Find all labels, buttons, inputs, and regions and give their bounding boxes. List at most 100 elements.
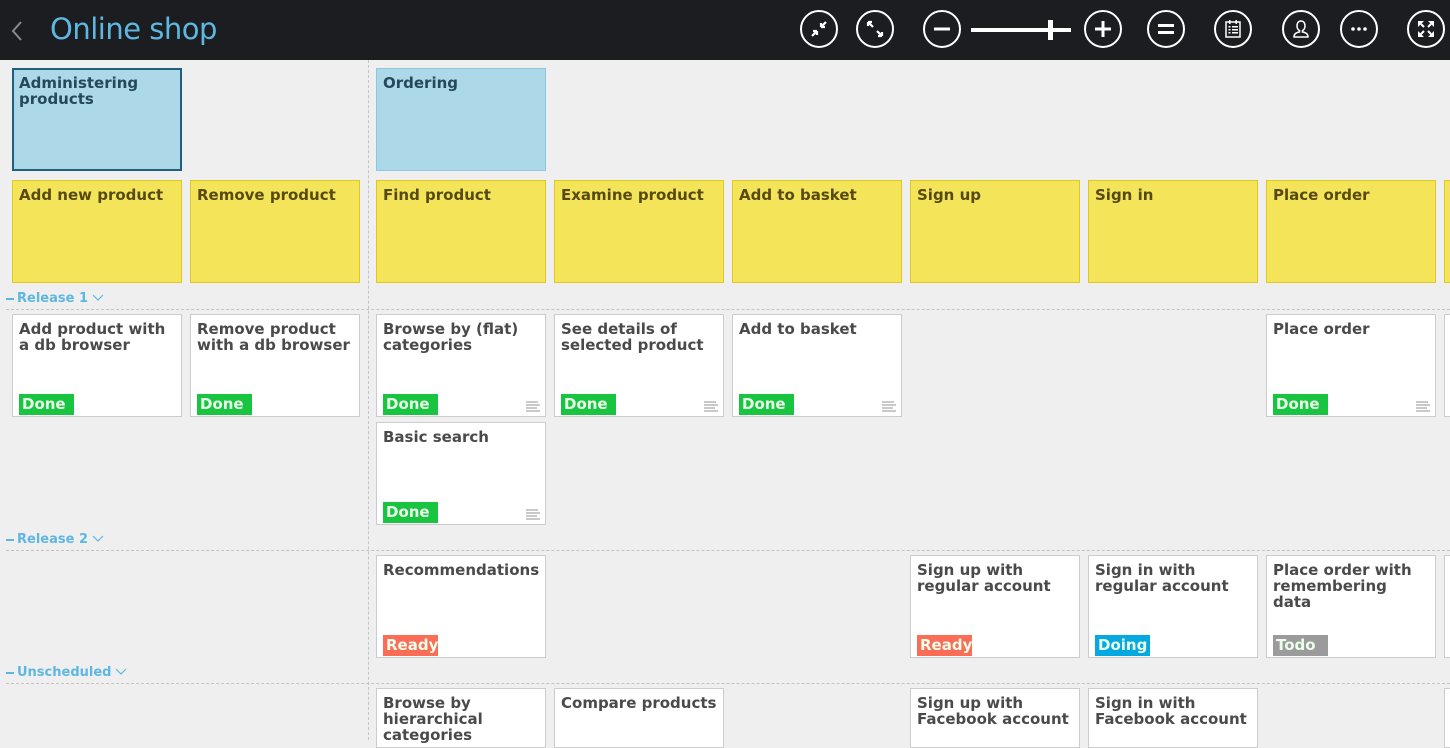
notepad-icon	[1225, 20, 1241, 38]
activity-card[interactable]: Ordering	[376, 68, 546, 171]
zoom-slider-track[interactable]	[971, 28, 1071, 32]
fullscreen-icon	[1418, 21, 1434, 37]
release-label: Release 2	[17, 532, 88, 547]
card-title: Place order with remembering data	[1273, 561, 1412, 611]
task-card[interactable]: Find product	[376, 180, 546, 283]
task-card[interactable]: Remove product	[190, 180, 360, 283]
collapse-dash-icon	[6, 671, 14, 674]
notes-button[interactable]	[1214, 10, 1252, 48]
chevron-down-icon	[115, 665, 127, 680]
notes-icon	[704, 401, 718, 412]
card-title: Add new product	[19, 186, 164, 204]
task-card[interactable]: Sign up	[910, 180, 1080, 283]
more-button[interactable]	[1340, 10, 1378, 48]
task-card[interactable]	[1444, 180, 1450, 283]
card-title: Examine product	[561, 186, 704, 204]
release-toggle-unscheduled[interactable]: Unscheduled	[6, 665, 127, 680]
story-card[interactable]: Add product with a db browser Done	[12, 314, 182, 417]
card-title: Sign in with Facebook account	[1095, 694, 1247, 728]
status-badge-ready: Ready	[383, 635, 438, 656]
story-card[interactable]: Sign in with Facebook account	[1088, 688, 1258, 748]
collapse-dash-icon	[6, 297, 14, 300]
top-bar: Online shop	[0, 0, 1450, 60]
story-card[interactable]: Recommendations Ready	[376, 555, 546, 658]
card-title: Remove product	[197, 186, 336, 204]
story-card[interactable]	[1444, 688, 1450, 748]
card-title: Sign in	[1095, 186, 1154, 204]
release-label: Release 1	[17, 291, 88, 306]
story-card[interactable]: Sign in with regular account Doing	[1088, 555, 1258, 658]
zoom-out-button[interactable]	[923, 10, 961, 48]
card-title: Compare products	[561, 694, 717, 712]
story-card[interactable]: Place order with remembering data Todo	[1266, 555, 1436, 658]
status-badge-done: Done	[383, 502, 438, 523]
card-title: Sign in with regular account	[1095, 561, 1229, 595]
release-divider	[6, 309, 1450, 310]
collapse-button[interactable]	[800, 10, 838, 48]
chevron-left-icon	[11, 21, 22, 41]
task-card[interactable]: Add new product	[12, 180, 182, 283]
collapse-dash-icon	[6, 538, 14, 541]
card-title: Ordering	[383, 74, 459, 92]
story-card[interactable]: Compare products	[554, 688, 724, 748]
fullscreen-button[interactable]	[1407, 10, 1445, 48]
release-toggle-release-2[interactable]: Release 2	[6, 532, 104, 547]
expand-button[interactable]	[856, 10, 894, 48]
board-title: Online shop	[50, 12, 217, 46]
status-badge-doing: Doing	[1095, 635, 1150, 656]
story-card[interactable]: Sign up with regular account Ready	[910, 555, 1080, 658]
task-card[interactable]: Add to basket	[732, 180, 902, 283]
story-card[interactable]	[1444, 555, 1450, 658]
status-badge-done: Done	[1273, 394, 1328, 415]
status-badge-done: Done	[383, 394, 438, 415]
notes-icon	[882, 401, 896, 412]
story-card[interactable]: Browse by (flat) categories Done	[376, 314, 546, 417]
card-title: Place order	[1273, 320, 1370, 338]
card-title: Add product with a db browser	[19, 320, 166, 354]
plus-icon	[1095, 21, 1111, 37]
task-card[interactable]: Place order	[1266, 180, 1436, 283]
story-card[interactable]: Browse by hierarchical categories	[376, 688, 546, 748]
back-button[interactable]	[6, 16, 28, 46]
card-title: Add to basket	[739, 320, 857, 338]
story-card[interactable]: See details of selected product Done	[554, 314, 724, 417]
zoom-slider-thumb[interactable]	[1048, 20, 1053, 40]
release-divider	[6, 550, 1450, 551]
story-card[interactable]: Add to basket Done	[732, 314, 902, 417]
activity-card[interactable]: Administering products	[12, 68, 182, 171]
notes-icon	[1416, 401, 1430, 412]
card-title: Sign up	[917, 186, 981, 204]
status-badge-done: Done	[561, 394, 616, 415]
chevron-down-icon	[92, 532, 104, 547]
card-title: Place order	[1273, 186, 1370, 204]
story-card[interactable]: Remove product with a db browser Done	[190, 314, 360, 417]
equals-icon	[1158, 24, 1174, 34]
release-label: Unscheduled	[17, 665, 112, 680]
story-card[interactable]: Place order Done	[1266, 314, 1436, 417]
story-card[interactable]	[1444, 314, 1450, 417]
status-badge-done: Done	[19, 394, 74, 415]
notes-icon	[526, 401, 540, 412]
status-badge-todo: Todo	[1273, 635, 1328, 656]
more-dots-icon	[1351, 27, 1367, 31]
story-map-board: Administering products Ordering Add new pr…	[0, 60, 1450, 748]
task-card[interactable]: Sign in	[1088, 180, 1258, 283]
card-title: Browse by hierarchical categories	[383, 694, 483, 744]
equal-button[interactable]	[1147, 10, 1185, 48]
card-title: See details of selected product	[561, 320, 704, 354]
card-title: Remove product with a db browser	[197, 320, 350, 354]
zoom-in-button[interactable]	[1084, 10, 1122, 48]
minus-icon	[934, 27, 950, 31]
card-title: Sign up with regular account	[917, 561, 1051, 595]
status-badge-done: Done	[197, 394, 252, 415]
user-button[interactable]	[1282, 10, 1320, 48]
task-card[interactable]: Examine product	[554, 180, 724, 283]
story-card[interactable]: Sign up with Facebook account	[910, 688, 1080, 748]
status-badge-ready: Ready	[917, 635, 972, 656]
activity-separator	[368, 60, 369, 740]
story-card[interactable]: Basic search Done	[376, 422, 546, 525]
release-toggle-release-1[interactable]: Release 1	[6, 291, 104, 306]
card-title: Administering products	[19, 74, 139, 108]
notes-icon	[526, 509, 540, 520]
release-divider	[6, 683, 1450, 684]
